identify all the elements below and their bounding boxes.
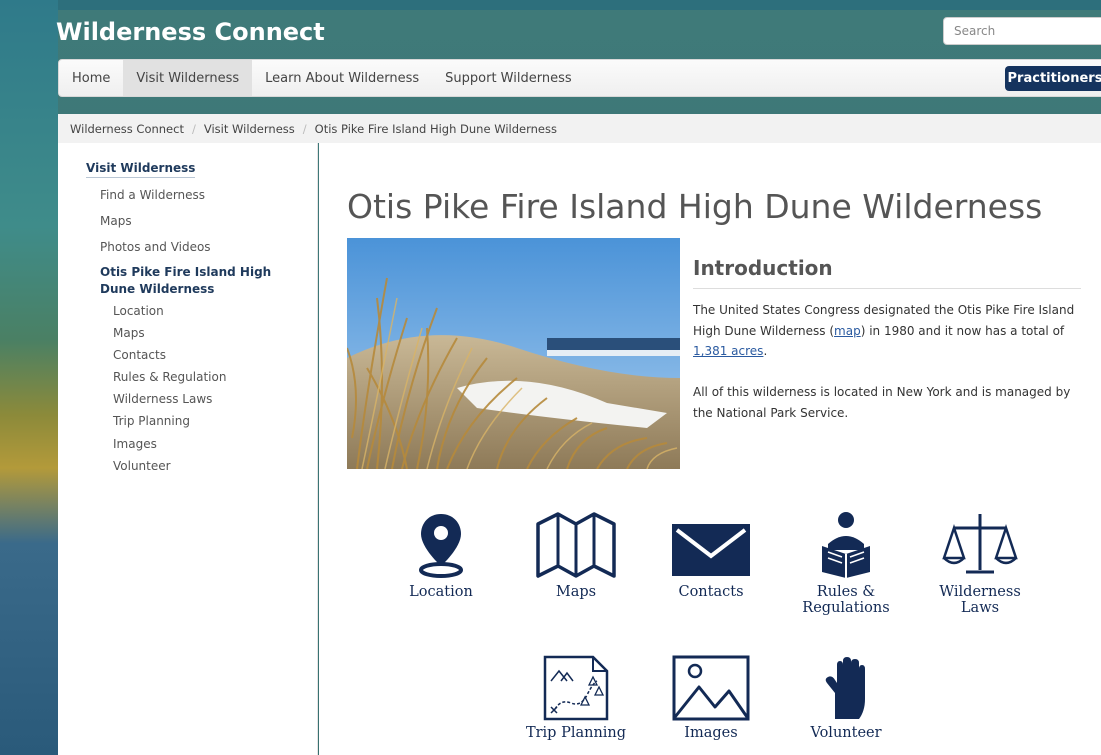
rules-regulations-tile[interactable]: Rules & Regulations	[791, 510, 901, 616]
dune-photo	[347, 238, 680, 469]
page-title: Otis Pike Fire Island High Dune Wilderne…	[347, 187, 1043, 226]
maps-label: Maps	[555, 584, 597, 600]
images-tile[interactable]: Images	[656, 655, 766, 741]
maps-tile[interactable]: Maps	[521, 510, 631, 600]
intro-paragraph-2: All of this wilderness is located in New…	[693, 385, 1071, 420]
images-label: Images	[684, 725, 738, 741]
search-input[interactable]: Search	[943, 17, 1101, 45]
location-tile[interactable]: Location	[386, 510, 496, 600]
sidebar	[58, 143, 318, 755]
sidebar-item-current-wilderness[interactable]: Otis Pike Fire Island High Dune Wilderne…	[100, 264, 290, 298]
header-background	[0, 0, 1101, 10]
trip-map-icon	[543, 655, 609, 721]
location-label: Location	[409, 584, 473, 600]
image-icon	[672, 655, 750, 721]
contacts-label: Contacts	[678, 584, 744, 600]
location-pin-icon	[419, 514, 463, 578]
para-text: .	[763, 344, 768, 358]
rules-regulations-label: Rules & Regulations	[802, 584, 890, 616]
main-nav: Home Visit Wilderness Learn About Wilder…	[58, 59, 1101, 97]
nav-home[interactable]: Home	[59, 60, 123, 96]
trip-planning-tile[interactable]: Trip Planning	[521, 655, 631, 741]
nav-visit-wilderness[interactable]: Visit Wilderness	[123, 60, 253, 96]
intro-paragraph-1: The United States Congress designated th…	[693, 300, 1083, 362]
sidebar-subitem-maps[interactable]: Maps	[113, 326, 145, 340]
breadcrumb-wilderness-connect[interactable]: Wilderness Connect	[70, 122, 184, 136]
acres-link[interactable]: 1,381 acres	[693, 344, 763, 358]
wilderness-laws-tile[interactable]: Wilderness Laws	[925, 510, 1035, 616]
sidebar-subitem-wilderness-laws[interactable]: Wilderness Laws	[113, 392, 212, 406]
breadcrumb-visit-wilderness[interactable]: Visit Wilderness	[204, 122, 295, 136]
folded-map-icon	[536, 512, 616, 578]
sidebar-subitem-location[interactable]: Location	[113, 304, 164, 318]
wilderness-laws-label: Wilderness Laws	[939, 584, 1021, 616]
breadcrumb: Wilderness Connect / Visit Wilderness / …	[58, 114, 1101, 143]
divider	[693, 288, 1081, 289]
map-link[interactable]: map	[834, 324, 861, 338]
reading-person-icon	[822, 512, 870, 578]
sidebar-item-photos-and-videos[interactable]: Photos and Videos	[100, 240, 211, 254]
raised-hand-icon	[825, 657, 865, 719]
volunteer-tile[interactable]: Volunteer	[791, 655, 901, 741]
introduction-heading: Introduction	[693, 256, 833, 280]
sidebar-item-maps[interactable]: Maps	[100, 214, 132, 228]
sidebar-subitem-rules-regulation[interactable]: Rules & Regulation	[113, 370, 226, 384]
sidebar-heading-visit-wilderness[interactable]: Visit Wilderness	[86, 161, 196, 178]
nav-support-wilderness[interactable]: Support Wilderness	[432, 60, 584, 96]
sidebar-subitem-volunteer[interactable]: Volunteer	[113, 459, 171, 473]
site-title[interactable]: Wilderness Connect	[56, 18, 325, 46]
sidebar-subitem-images[interactable]: Images	[113, 437, 157, 451]
para-text: ) in 1980 and it now has a total of	[860, 323, 1065, 338]
contacts-tile[interactable]: Contacts	[656, 510, 766, 600]
envelope-icon	[672, 524, 750, 576]
sidebar-subitem-trip-planning[interactable]: Trip Planning	[113, 414, 190, 428]
scenic-background	[0, 0, 58, 755]
breadcrumb-separator: /	[191, 121, 196, 136]
breadcrumb-separator: /	[302, 121, 307, 136]
practitioners-button[interactable]: Practitioners	[1005, 66, 1101, 91]
trip-planning-label: Trip Planning	[525, 725, 627, 741]
breadcrumb-current: Otis Pike Fire Island High Dune Wilderne…	[314, 121, 557, 136]
sidebar-item-find-a-wilderness[interactable]: Find a Wilderness	[100, 188, 205, 202]
scales-icon	[942, 514, 1018, 574]
volunteer-label: Volunteer	[810, 725, 882, 741]
sidebar-subitem-contacts[interactable]: Contacts	[113, 348, 166, 362]
nav-learn-about-wilderness[interactable]: Learn About Wilderness	[252, 60, 432, 96]
